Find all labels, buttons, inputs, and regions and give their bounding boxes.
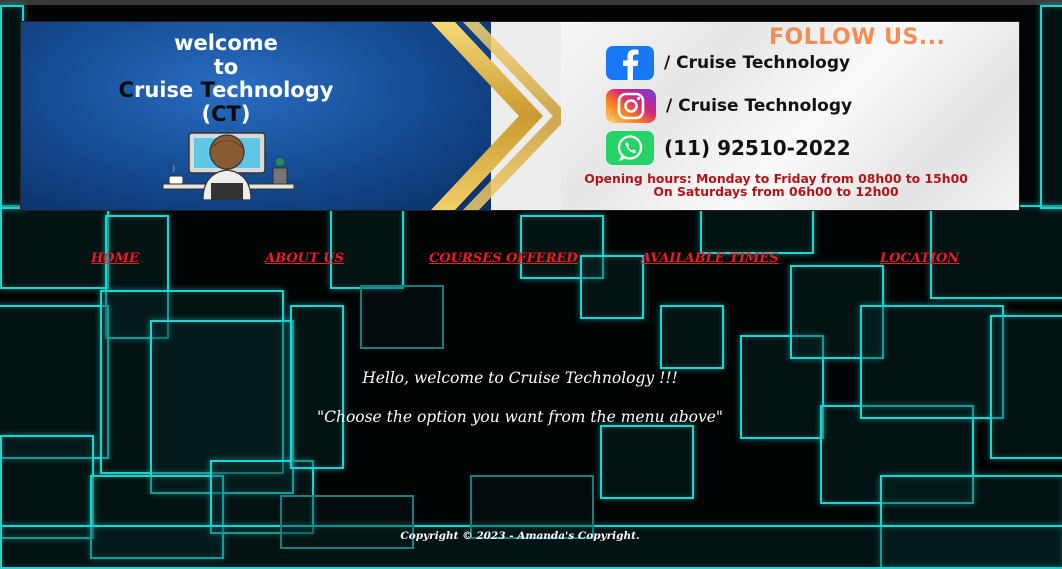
instagram-label: / Cruise Technology xyxy=(666,96,853,116)
header-banner: welcome to Cruise Technology (CT) FOLLOW… xyxy=(20,21,1020,211)
nav-courses-offered[interactable]: COURSES OFFERED xyxy=(429,251,578,266)
computer-kid-icon xyxy=(162,132,295,200)
nav-available-times[interactable]: AVAILABLE TIMES xyxy=(641,251,779,266)
instagram-row[interactable]: / Cruise Technology xyxy=(606,89,852,123)
whatsapp-number: (11) 92510-2022 xyxy=(664,136,851,160)
facebook-icon xyxy=(606,46,654,80)
whatsapp-row[interactable]: (11) 92510-2022 xyxy=(606,131,851,165)
whatsapp-icon xyxy=(606,131,654,165)
nav-location[interactable]: LOCATION xyxy=(880,251,959,266)
nav-about-us[interactable]: ABOUT US xyxy=(265,251,344,266)
footer-copyright: Copyright © 2023 - Amanda's Copyright. xyxy=(400,530,640,542)
greeting-text: Hello, welcome to Cruise Technology !!! xyxy=(362,369,678,387)
banner-left-panel: welcome to Cruise Technology (CT) xyxy=(21,22,491,210)
instagram-icon xyxy=(606,89,656,123)
opening-hours: Opening hours: Monday to Friday from 08h… xyxy=(584,171,968,199)
nav-home[interactable]: HOME xyxy=(91,251,139,266)
instruction-text: "Choose the option you want from the men… xyxy=(316,408,724,426)
facebook-row[interactable]: / Cruise Technology xyxy=(606,46,850,80)
facebook-label: / Cruise Technology xyxy=(664,53,851,73)
banner-welcome-text: welcome to Cruise Technology (CT) xyxy=(118,31,334,126)
